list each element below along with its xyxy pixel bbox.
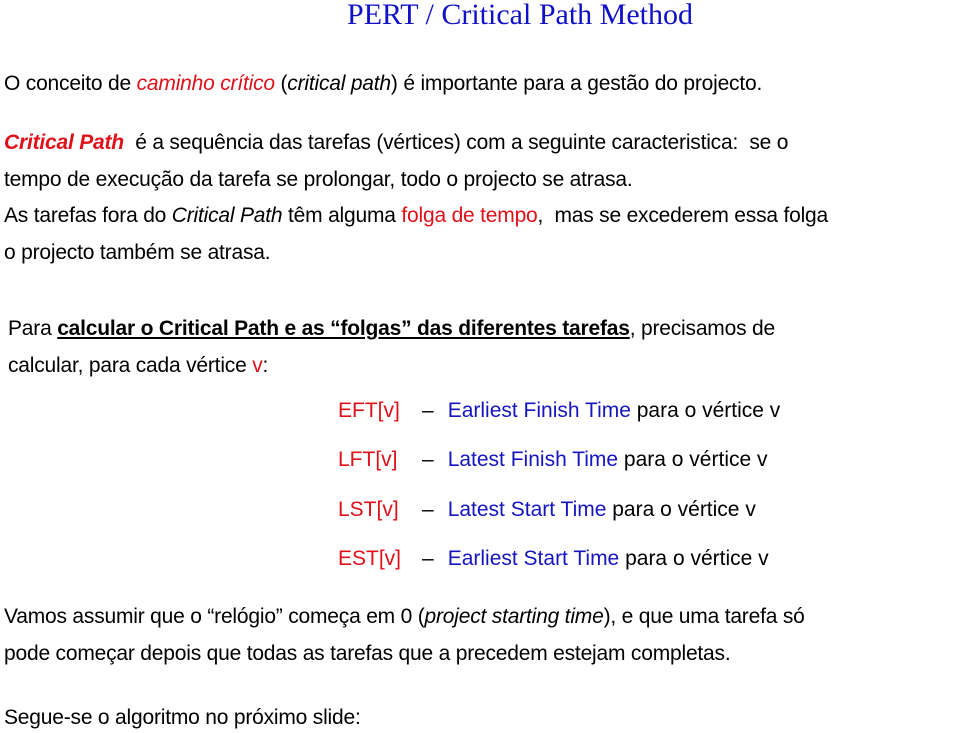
text: Vamos assumir que o “relógio” começa em … — [4, 605, 425, 628]
text: , mas se excederem essa folga — [537, 204, 829, 227]
dash: – — [422, 498, 434, 521]
rest: para o vértice v — [606, 498, 756, 521]
highlight-caminho-critico: caminho crítico — [136, 72, 275, 95]
assumption-line-1: Vamos assumir que o “relógio” começa em … — [4, 605, 805, 629]
dash: – — [422, 399, 434, 422]
emphasis-calcular: calcular o Critical Path e as “folgas” d… — [57, 317, 630, 340]
calc-paragraph-line-1: Para calcular o Critical Path e as “folg… — [8, 317, 775, 341]
abbr: EFT[v] — [338, 399, 400, 422]
text: é a sequência das tarefas (vértices) com… — [123, 131, 789, 154]
definition-eft: EFT[v] – Earliest Finish Time para o vérti… — [338, 399, 780, 423]
rest: para o vértice v — [619, 547, 769, 570]
text: ), e que uma tarefa só — [603, 605, 805, 628]
text: calcular, para cada vértice — [8, 354, 253, 377]
text: O conceito de — [4, 72, 137, 95]
italic-project-starting-time: project starting time — [424, 605, 604, 628]
abbr: LFT[v] — [338, 448, 398, 471]
definition-lst: LST[v] – Latest Start Time para o vértice … — [338, 498, 756, 522]
abbr: LST[v] — [338, 498, 399, 521]
definition-line-2: tempo de execução da tarefa se prolongar… — [4, 168, 633, 191]
italic-critical-path: critical path — [287, 72, 391, 95]
term: Latest Start Time — [447, 498, 607, 521]
dash: – — [422, 448, 434, 471]
text: , precisamos de — [629, 317, 775, 340]
definition-line-1: Critical Path é a sequência das tarefas … — [4, 131, 788, 155]
text: ) é importante para a gestão do projecto… — [390, 72, 763, 95]
critical-path-term: Critical Path — [4, 131, 124, 154]
highlight-folga-de-tempo: folga de tempo — [401, 204, 538, 227]
definition-line-4: o projecto também se atrasa. — [4, 241, 271, 264]
dash: – — [422, 547, 434, 570]
calc-paragraph-line-2: calcular, para cada vértice v: — [8, 354, 268, 378]
footer-text: Segue-se o algoritmo no próximo slide: — [4, 706, 361, 729]
text: Para — [8, 317, 58, 340]
term: Earliest Finish Time — [447, 399, 631, 422]
assumption-line-2: pode começar depois que todas as tarefas… — [4, 642, 731, 665]
abbr: EST[v] — [338, 547, 402, 570]
vertex-v: v — [252, 354, 263, 377]
term: Latest Finish Time — [447, 448, 619, 471]
text: : — [262, 354, 269, 377]
slide-title: PERT / Critical Path Method — [347, 0, 693, 31]
rest: para o vértice v — [618, 448, 768, 471]
definition-lft: LFT[v] – Latest Finish Time para o vértice… — [338, 448, 768, 472]
text: As tarefas fora do — [4, 204, 172, 227]
text: ( — [274, 72, 288, 95]
italic-critical-path: Critical Path — [171, 204, 283, 227]
definition-line-3: As tarefas fora do Critical Path têm alg… — [4, 204, 828, 228]
term: Earliest Start Time — [447, 547, 620, 570]
intro-paragraph: O conceito de caminho crítico (critical … — [4, 72, 762, 96]
rest: para o vértice v — [630, 399, 781, 422]
text: têm alguma — [282, 204, 402, 227]
definition-est: EST[v] – Earliest Start Time para o vértic… — [338, 547, 769, 571]
